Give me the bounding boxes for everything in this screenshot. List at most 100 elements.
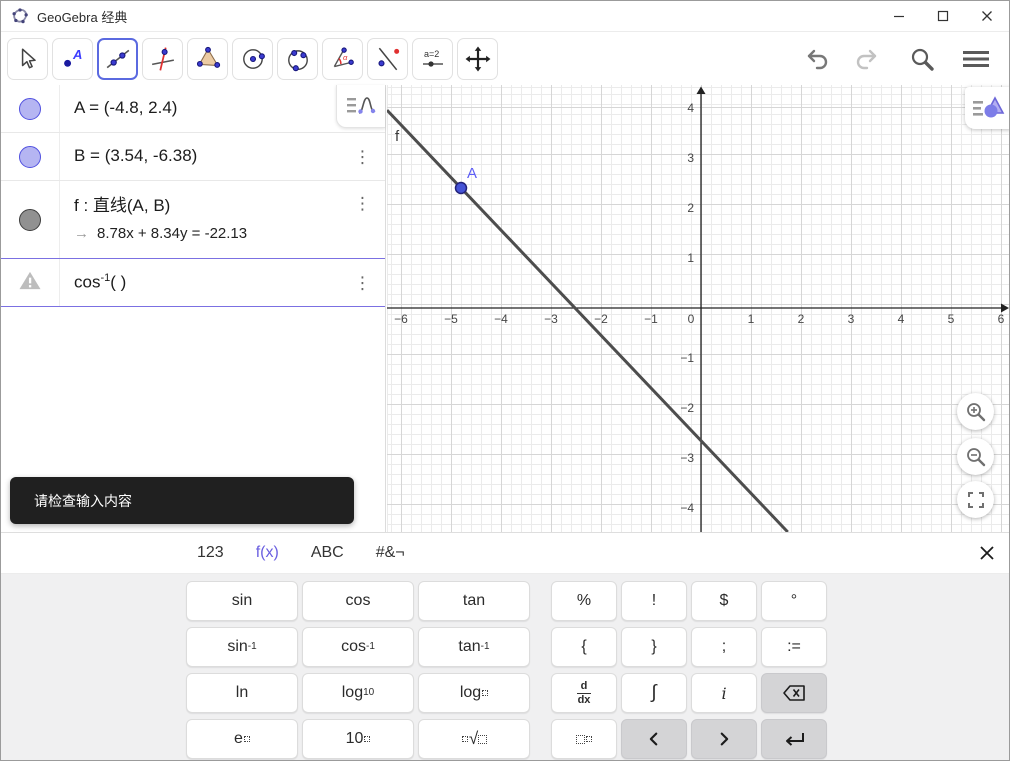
marble-column — [1, 85, 60, 132]
key-tan[interactable]: tan — [418, 581, 530, 621]
geogebra-window: GeoGebra 经典 Aα a=2 A = (-4.8, 2.4) B = (3.… — [0, 0, 1010, 761]
algebra-row-input[interactable]: cos-1( ) ⋮ — [1, 258, 385, 307]
visibility-toggle[interactable] — [19, 145, 41, 168]
minimize-button[interactable] — [877, 1, 921, 31]
key-percent[interactable]: % — [551, 581, 617, 621]
line-tool-button[interactable] — [97, 37, 138, 80]
y-axis-label: 4 — [687, 101, 694, 115]
key-factorial[interactable]: ! — [621, 581, 687, 621]
marble-column — [1, 133, 60, 180]
row-menu-button[interactable]: ⋮ — [354, 195, 371, 212]
circle-tool-button[interactable] — [232, 37, 273, 80]
y-axis-label: −4 — [680, 501, 694, 515]
key-cos[interactable]: cos — [302, 581, 414, 621]
geogebra-logo-icon — [11, 7, 29, 25]
keyboard-close-icon[interactable] — [979, 545, 995, 561]
key-brace-open[interactable]: { — [551, 627, 617, 667]
key-cursor-left[interactable] — [621, 719, 687, 759]
key-arctan[interactable]: tan -1 — [418, 627, 530, 667]
key-degree[interactable]: ° — [761, 581, 827, 621]
y-axis-label: −3 — [680, 451, 694, 465]
close-button[interactable] — [965, 1, 1009, 31]
x-axis-label: −1 — [644, 312, 658, 326]
key-assign[interactable]: := — [761, 627, 827, 667]
x-axis-label: 1 — [748, 312, 755, 326]
graphics-style-button[interactable] — [965, 87, 1009, 129]
keyboard-tab-fx[interactable]: f(x) — [252, 540, 283, 566]
slider-tool-button[interactable]: a=2 — [412, 37, 453, 80]
title-bar: GeoGebra 经典 — [1, 1, 1009, 32]
key-subscript[interactable] — [551, 719, 617, 759]
move-tool-button[interactable] — [7, 37, 48, 80]
zoom-out-button[interactable] — [957, 438, 994, 475]
key-derivative[interactable]: d dx — [551, 673, 617, 713]
key-log10[interactable]: log 10 — [302, 673, 414, 713]
line-label: f — [395, 128, 400, 145]
menu-icon[interactable] — [961, 47, 991, 71]
point-label: A — [467, 165, 477, 182]
y-axis-label: 2 — [687, 201, 694, 215]
key-arcsin[interactable]: sin -1 — [186, 627, 298, 667]
key-log-base[interactable]: log — [418, 673, 530, 713]
visibility-toggle[interactable] — [19, 97, 41, 120]
x-axis-label: 3 — [848, 312, 855, 326]
fullscreen-button[interactable] — [957, 481, 994, 518]
key-dollar[interactable]: $ — [691, 581, 757, 621]
algebra-expression: cos-1( ) — [74, 271, 127, 292]
key-cursor-right[interactable] — [691, 719, 757, 759]
keyboard-tab-[interactable]: #&¬ — [372, 540, 409, 566]
point-A[interactable] — [454, 181, 468, 195]
x-axis-label: 6 — [998, 312, 1005, 326]
algebra-row-A[interactable]: A = (-4.8, 2.4) — [1, 85, 385, 133]
key-semicolon[interactable]: ; — [691, 627, 757, 667]
x-axis-label: −2 — [594, 312, 608, 326]
conic-tool-button[interactable] — [277, 37, 318, 80]
undo-icon[interactable] — [805, 47, 833, 71]
svg-text:A: A — [72, 47, 82, 62]
marble-column — [1, 181, 60, 258]
x-axis-label: −3 — [544, 312, 558, 326]
warning-icon — [18, 270, 42, 296]
key-arccos[interactable]: cos -1 — [302, 627, 414, 667]
visibility-toggle[interactable] — [19, 208, 41, 231]
key-backspace[interactable] — [761, 673, 827, 713]
key-integral[interactable]: ∫ — [621, 673, 687, 713]
search-icon[interactable] — [909, 46, 935, 72]
algebra-row-B[interactable]: B = (3.54, -6.38) ⋮ — [1, 133, 385, 181]
key-imaginary-i[interactable]: i — [691, 673, 757, 713]
y-axis-label: 1 — [687, 251, 694, 265]
maximize-button[interactable] — [921, 1, 965, 31]
reflect-tool-button[interactable] — [367, 37, 408, 80]
key-enter[interactable] — [761, 719, 827, 759]
marble-column — [1, 259, 60, 306]
key-ten-power[interactable]: 10 — [302, 719, 414, 759]
y-axis-label: 3 — [687, 151, 694, 165]
keyboard-tab-abc[interactable]: ABC — [307, 540, 348, 566]
graphics-canvas[interactable]: −6 −5 −4 −3 −2 −1 0 1 2 3 4 5 6 4 3 2 1 −1 −2 −3 −4 f A — [387, 85, 1010, 532]
perpendicular-line-tool-button[interactable] — [142, 37, 183, 80]
redo-icon[interactable] — [851, 47, 879, 71]
key-nth-root[interactable]: √ — [418, 719, 530, 759]
zoom-in-button[interactable] — [957, 393, 994, 430]
x-axis-label: −5 — [444, 312, 458, 326]
key-brace-close[interactable]: } — [621, 627, 687, 667]
key-sin[interactable]: sin — [186, 581, 298, 621]
x-axis-label: −4 — [494, 312, 508, 326]
algebra-expression: B = (3.54, -6.38) — [74, 146, 198, 166]
key-ln[interactable]: ln — [186, 673, 298, 713]
point-tool-button[interactable]: A — [52, 37, 93, 80]
key-e-power[interactable]: e — [186, 719, 298, 759]
algebra-panel: A = (-4.8, 2.4) B = (3.54, -6.38) ⋮ f : 直线(… — [1, 85, 386, 532]
keyboard-tab-123[interactable]: 123 — [193, 540, 228, 566]
main-area: A = (-4.8, 2.4) B = (3.54, -6.38) ⋮ f : 直线(… — [1, 85, 1010, 532]
algebra-expression: A = (-4.8, 2.4) — [74, 98, 178, 118]
algebra-style-button[interactable] — [336, 85, 385, 128]
x-axis-label: 0 — [688, 312, 695, 326]
angle-tool-button[interactable]: α — [322, 37, 363, 80]
polygon-tool-button[interactable] — [187, 37, 228, 80]
row-menu-button[interactable]: ⋮ — [354, 274, 371, 291]
algebra-row-f[interactable]: f : 直线(A, B) → 8.78x + 8.34y = -22.13 ⋮ — [1, 181, 385, 259]
row-menu-button[interactable]: ⋮ — [354, 148, 371, 165]
move-graphics-tool-button[interactable] — [457, 37, 498, 80]
graphics-view[interactable]: −6 −5 −4 −3 −2 −1 0 1 2 3 4 5 6 4 3 2 1 −1 −2 −3 −4 f A — [387, 85, 1010, 532]
